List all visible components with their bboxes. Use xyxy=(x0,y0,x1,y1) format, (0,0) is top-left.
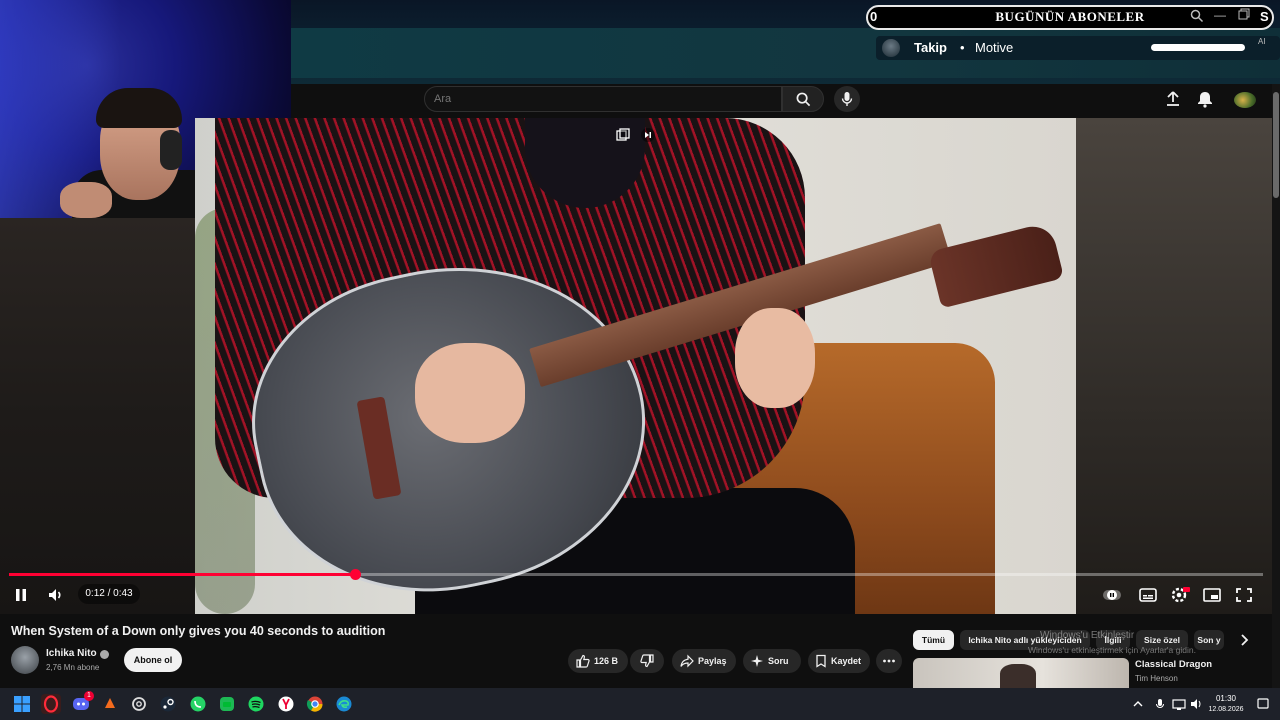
app-icon[interactable] xyxy=(100,694,120,714)
recommended-title[interactable]: Classical Dragon xyxy=(1135,659,1265,672)
more-actions-button[interactable] xyxy=(876,649,902,673)
progress-scrubber[interactable] xyxy=(350,569,361,580)
follow-progress-bar xyxy=(1151,44,1245,51)
tray-mic-icon[interactable] xyxy=(1154,694,1166,714)
video-title: When System of a Down only gives you 40 … xyxy=(11,624,386,638)
channel-subscriber-count: 2,76 Mn abone xyxy=(46,663,100,672)
windows-start-icon[interactable] xyxy=(12,694,32,714)
edge-icon[interactable] xyxy=(334,694,354,714)
overlay-restore-icon[interactable] xyxy=(1238,8,1250,20)
windows-activation-title: Windows'u Etkinleştir xyxy=(1040,630,1135,641)
tray-network-icon[interactable] xyxy=(1172,694,1186,714)
video-player[interactable] xyxy=(195,118,1076,614)
search-input[interactable] xyxy=(424,86,782,112)
pause-icon[interactable] xyxy=(12,586,30,604)
search-icon xyxy=(796,92,811,107)
spotify-icon[interactable] xyxy=(246,694,266,714)
video-ambient-right xyxy=(1076,118,1272,614)
recommended-channel[interactable]: Tim Henson xyxy=(1135,674,1265,685)
ask-button[interactable]: Soru xyxy=(743,649,801,673)
share-button[interactable]: Paylaş xyxy=(672,649,736,673)
overlay-minimize-icon[interactable]: — xyxy=(1214,8,1228,22)
follower-name: Motive xyxy=(975,40,1014,55)
upload-icon[interactable] xyxy=(1164,90,1182,108)
discord-icon[interactable]: 1 xyxy=(71,691,94,714)
yandex-icon[interactable] xyxy=(276,694,296,714)
time-display: 0:12 / 0:43 xyxy=(78,584,140,604)
chevron-right-icon[interactable] xyxy=(1236,632,1252,648)
tray-date[interactable]: 12.08.2026 xyxy=(1206,706,1246,717)
chrome-icon[interactable] xyxy=(305,694,325,714)
autoplay-toggle-icon[interactable] xyxy=(1102,586,1122,604)
like-icon xyxy=(576,654,590,668)
search-button[interactable] xyxy=(782,86,824,112)
subscribers-title: BUGÜNÜN ABONELER xyxy=(995,9,1145,24)
notification-icon[interactable] xyxy=(1256,694,1270,714)
left-hand xyxy=(415,343,525,443)
progress-fill xyxy=(9,573,355,576)
volume-icon[interactable] xyxy=(46,586,66,604)
ai-label: AI xyxy=(1258,37,1266,46)
save-icon xyxy=(816,654,826,668)
like-button[interactable]: 126 B xyxy=(568,649,628,673)
like-count: 126 B xyxy=(594,656,619,666)
thumbnail-person xyxy=(1000,664,1036,688)
streamer-hand xyxy=(60,182,112,218)
subscribe-button[interactable]: Abone ol xyxy=(124,648,182,672)
picture-in-picture-icon[interactable] xyxy=(616,128,630,142)
tray-volume-icon[interactable] xyxy=(1190,694,1204,714)
bell-icon[interactable] xyxy=(1196,90,1214,108)
account-avatar[interactable] xyxy=(1234,92,1256,108)
share-label: Paylaş xyxy=(698,656,727,666)
channel-avatar[interactable] xyxy=(11,646,39,674)
more-icon xyxy=(883,659,895,663)
headset-icon xyxy=(160,130,182,170)
chip-all[interactable]: Tümü xyxy=(913,630,954,650)
captions-icon[interactable] xyxy=(1138,586,1158,604)
dislike-button[interactable] xyxy=(630,649,664,673)
verified-icon xyxy=(100,650,109,659)
overlay-search-icon[interactable] xyxy=(1190,9,1204,23)
follow-label: Takip xyxy=(914,40,947,55)
save-label: Kaydet xyxy=(831,656,862,666)
windows-activation-subtitle: Windows'u etkinleştirmek için Ayarlar'a … xyxy=(1028,645,1196,655)
tray-time[interactable]: 01:30 xyxy=(1206,694,1246,705)
overlay-s-label: S xyxy=(1260,9,1269,24)
chatgpt-icon[interactable] xyxy=(129,694,149,714)
scrollbar-thumb[interactable] xyxy=(1273,92,1279,198)
channel-name[interactable]: Ichika Nito xyxy=(46,648,106,662)
tray-chevron-up-icon[interactable] xyxy=(1132,694,1144,714)
ask-label: Soru xyxy=(768,656,789,666)
follow-separator: • xyxy=(960,40,965,55)
sparkle-icon xyxy=(751,655,763,667)
voice-search-button[interactable] xyxy=(834,86,860,112)
opera-gx-icon[interactable] xyxy=(41,694,61,714)
fullscreen-icon[interactable] xyxy=(1234,586,1254,604)
discord-badge: 1 xyxy=(84,691,94,701)
share-icon xyxy=(680,654,694,668)
whatsapp-icon[interactable] xyxy=(188,694,208,714)
streamer-hair xyxy=(96,88,182,128)
skip-next-icon[interactable] xyxy=(640,128,656,142)
video-ambient-left xyxy=(0,218,195,614)
follower-avatar xyxy=(882,39,900,57)
miniplayer-icon[interactable] xyxy=(1202,586,1222,604)
subscribers-count: 0 xyxy=(870,9,878,24)
dislike-icon xyxy=(640,654,654,668)
settings-icon[interactable] xyxy=(1170,586,1190,604)
save-button[interactable]: Kaydet xyxy=(808,649,870,673)
mic-icon xyxy=(841,92,853,106)
right-hand xyxy=(735,308,815,408)
steam-icon[interactable] xyxy=(158,694,178,714)
app-icon[interactable] xyxy=(217,694,237,714)
